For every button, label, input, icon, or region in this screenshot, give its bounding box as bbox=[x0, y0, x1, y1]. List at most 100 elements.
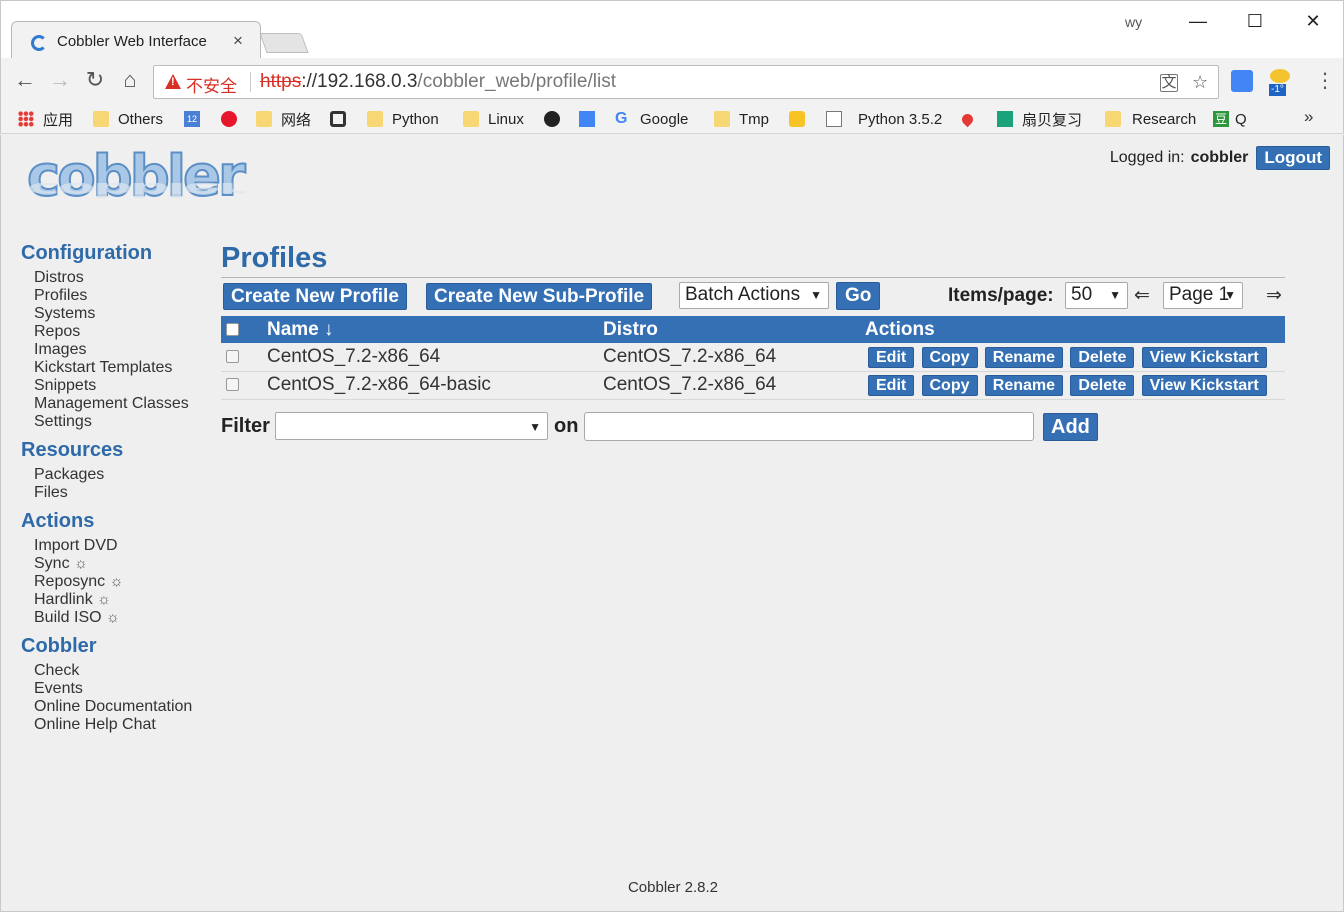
task-icon: ☼ bbox=[74, 555, 88, 572]
google-translate-extension-icon[interactable] bbox=[1231, 70, 1253, 92]
rename-button[interactable]: Rename bbox=[984, 346, 1064, 368]
bookmark-apps[interactable]: 应用 bbox=[18, 109, 73, 129]
new-tab-button[interactable] bbox=[259, 33, 309, 53]
batch-actions-select[interactable]: Batch Actions ▼ bbox=[679, 282, 829, 309]
row-checkbox[interactable] bbox=[226, 350, 239, 364]
sidebar-item-kickstart-templates[interactable]: Kickstart Templates bbox=[34, 359, 211, 377]
edit-button[interactable]: Edit bbox=[868, 346, 915, 368]
minimize-button[interactable]: — bbox=[1183, 9, 1213, 33]
rename-button[interactable]: Rename bbox=[984, 375, 1064, 396]
sidebar-item-online-documentation[interactable]: Online Documentation bbox=[34, 698, 211, 716]
translate-page-icon[interactable]: 文 bbox=[1160, 74, 1178, 92]
copy-button[interactable]: Copy bbox=[921, 375, 978, 396]
bookmark-douban[interactable]: 豆Q bbox=[1213, 109, 1247, 129]
column-header-distro[interactable]: Distro bbox=[603, 316, 865, 343]
bookmark-weibo[interactable] bbox=[221, 109, 246, 129]
delete-button[interactable]: Delete bbox=[1070, 346, 1135, 368]
sidebar-item-packages[interactable]: Packages bbox=[34, 466, 211, 484]
browser-tab[interactable]: Cobbler Web Interface × bbox=[11, 21, 261, 61]
sidebar-item-check[interactable]: Check bbox=[34, 662, 211, 680]
bookmark-translate[interactable] bbox=[579, 109, 604, 129]
table-header-row: Name ↓ Distro Actions bbox=[221, 316, 1285, 343]
bookmark-calendar[interactable]: 12 bbox=[184, 109, 209, 129]
edit-button[interactable]: Edit bbox=[868, 375, 915, 396]
filter-field-select[interactable]: ▼ bbox=[275, 411, 548, 440]
bookmark-google[interactable]: G Google bbox=[615, 109, 688, 129]
back-arrow-icon[interactable]: ← bbox=[12, 67, 38, 93]
sidebar-item-reposync[interactable]: Reposync ☼ bbox=[34, 573, 211, 591]
sidebar-item-sync[interactable]: Sync ☼ bbox=[34, 555, 211, 573]
browser-menu-icon[interactable]: ⋮ bbox=[1315, 68, 1335, 93]
copy-button[interactable]: Copy bbox=[921, 346, 978, 368]
sidebar-item-files[interactable]: Files bbox=[34, 484, 211, 502]
bookmark-research[interactable]: Research bbox=[1105, 109, 1196, 129]
sidebar-item-snippets[interactable]: Snippets bbox=[34, 377, 211, 395]
items-per-page-select[interactable]: 50 ▼ bbox=[1065, 282, 1128, 309]
sidebar-item-online-help-chat[interactable]: Online Help Chat bbox=[34, 716, 211, 734]
sidebar-section-actions: Actions Import DVD Sync ☼ Reposync ☼ Har… bbox=[21, 508, 211, 627]
sidebar-item-distros[interactable]: Distros bbox=[34, 269, 211, 287]
bookmark-python[interactable]: Python bbox=[367, 109, 439, 129]
sidebar-item-build-iso[interactable]: Build ISO ☼ bbox=[34, 609, 211, 627]
create-new-sub-profile-button[interactable]: Create New Sub-Profile bbox=[426, 283, 653, 310]
address-bar[interactable]: 不安全 https://192.168.0.3/cobbler_web/prof… bbox=[153, 65, 1219, 99]
sidebar-item-settings[interactable]: Settings bbox=[34, 413, 211, 431]
bookmark-label: Python bbox=[392, 110, 439, 128]
column-header-name[interactable]: Name ↓ bbox=[267, 316, 603, 343]
sidebar-item-management-classes[interactable]: Management Classes bbox=[34, 395, 211, 413]
sidebar-item-hardlink[interactable]: Hardlink ☼ bbox=[34, 591, 211, 609]
weather-extension-icon[interactable] bbox=[1270, 69, 1290, 83]
bookmarks-overflow-icon[interactable]: » bbox=[1304, 107, 1313, 127]
page-value: Page 1 bbox=[1169, 284, 1230, 305]
delete-button[interactable]: Delete bbox=[1070, 375, 1135, 396]
maximize-button[interactable]: ☐ bbox=[1240, 9, 1270, 33]
bookmark-tmp[interactable]: Tmp bbox=[714, 109, 769, 129]
view-kickstart-button[interactable]: View Kickstart bbox=[1141, 346, 1267, 368]
view-kickstart-button[interactable]: View Kickstart bbox=[1141, 375, 1267, 396]
bookmark-linux[interactable]: Linux bbox=[463, 109, 524, 129]
sidebar-item-systems[interactable]: Systems bbox=[34, 305, 211, 323]
url-text[interactable]: https://192.168.0.3/cobbler_web/profile/… bbox=[260, 71, 616, 93]
close-window-button[interactable]: ✕ bbox=[1298, 9, 1328, 33]
bookmark-star-icon[interactable]: ☆ bbox=[1192, 72, 1208, 93]
bookmark-github[interactable] bbox=[544, 109, 569, 129]
row-checkbox[interactable] bbox=[226, 378, 239, 392]
reload-icon[interactable]: ↻ bbox=[82, 67, 108, 93]
security-label[interactable]: 不安全 bbox=[186, 72, 237, 97]
task-icon: ☼ bbox=[106, 609, 120, 626]
prev-page-icon[interactable]: ⇐ bbox=[1134, 284, 1150, 307]
profile-name[interactable]: CentOS_7.2-x86_64 bbox=[267, 343, 603, 372]
cobbler-logo[interactable]: cobbler cobbler bbox=[26, 148, 247, 239]
page-select[interactable]: Page 1 ▼ bbox=[1163, 282, 1243, 309]
sidebar-item-events[interactable]: Events bbox=[34, 680, 211, 698]
add-filter-button[interactable]: Add bbox=[1043, 412, 1098, 441]
select-all-checkbox[interactable] bbox=[226, 322, 239, 336]
bookmark-maps[interactable] bbox=[959, 109, 982, 129]
bookmark-shanbay[interactable]: 扇贝复习 bbox=[997, 109, 1082, 129]
profile-name[interactable]: CentOS_7.2-x86_64-basic bbox=[267, 371, 603, 400]
logout-button[interactable]: Logout bbox=[1256, 146, 1330, 170]
sidebar-item-repos[interactable]: Repos bbox=[34, 323, 211, 341]
window-user-badge[interactable]: wy bbox=[1125, 14, 1142, 30]
row-actions: Edit Copy Rename Delete View Kickstart bbox=[865, 343, 1285, 372]
bookmark-link[interactable] bbox=[330, 109, 355, 129]
filter-value-input[interactable] bbox=[584, 411, 1034, 441]
sidebar-item-profiles[interactable]: Profiles bbox=[34, 287, 211, 305]
next-page-icon[interactable]: ⇒ bbox=[1266, 284, 1282, 307]
bookmark-network[interactable]: 网络 bbox=[256, 109, 311, 129]
bookmark-python-doc[interactable]: Python 3.5.2 bbox=[826, 109, 942, 129]
sidebar-item-import-dvd[interactable]: Import DVD bbox=[34, 537, 211, 555]
row-checkbox-cell bbox=[221, 371, 267, 400]
home-icon[interactable]: ⌂ bbox=[117, 67, 143, 93]
bookmark-bulb[interactable] bbox=[789, 109, 814, 129]
sidebar-section-resources: Resources Packages Files bbox=[21, 437, 211, 502]
sidebar-item-images[interactable]: Images bbox=[34, 341, 211, 359]
bookmark-label: Google bbox=[640, 110, 689, 128]
forward-arrow-icon[interactable]: → bbox=[47, 67, 73, 93]
tab-close-icon[interactable]: × bbox=[233, 31, 243, 51]
bookmarks-bar: 应用 Others 12 网络 Python Linux G Google Tmp… bbox=[0, 104, 1344, 134]
create-new-profile-button[interactable]: Create New Profile bbox=[223, 283, 407, 310]
go-button[interactable]: Go bbox=[836, 282, 881, 310]
bookmark-others[interactable]: Others bbox=[93, 109, 163, 129]
sidebar-heading: Configuration bbox=[21, 242, 153, 264]
